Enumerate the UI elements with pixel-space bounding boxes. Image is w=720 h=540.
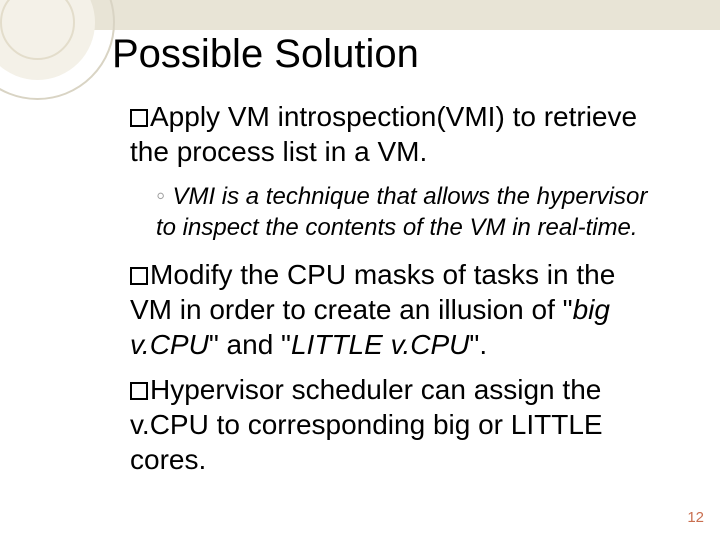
- bullet-2-text-1: Modify the CPU masks of tasks in the VM …: [130, 259, 615, 325]
- bullet-3: Hypervisor scheduler can assign the v.CP…: [130, 372, 664, 477]
- body-text: Apply VM introspection(VMI) to retrieve …: [112, 99, 664, 477]
- page-number: 12: [687, 509, 704, 526]
- square-bullet-icon: [130, 267, 148, 285]
- bullet-1: Apply VM introspection(VMI) to retrieve …: [130, 99, 664, 169]
- sub-bullet-1-text: VMI is a technique that allows the hyper…: [156, 183, 647, 241]
- square-bullet-icon: [130, 382, 148, 400]
- bullet-2-emph-2: LITTLE v.CPU: [291, 329, 469, 360]
- content-area: Possible Solution Apply VM introspection…: [0, 0, 720, 540]
- sub-bullet-1: ◦ VMI is a technique that allows the hyp…: [130, 179, 664, 243]
- slide-title: Possible Solution: [112, 32, 664, 77]
- bullet-2-text-3: ".: [469, 329, 487, 360]
- slide: Possible Solution Apply VM introspection…: [0, 0, 720, 540]
- bullet-2-text-2: " and ": [209, 329, 291, 360]
- sub-bullet-mark: ◦: [156, 180, 172, 210]
- bullet-1-text: Apply VM introspection(VMI) to retrieve …: [130, 101, 637, 167]
- bullet-3-text: Hypervisor scheduler can assign the v.CP…: [130, 374, 603, 475]
- bullet-2: Modify the CPU masks of tasks in the VM …: [130, 257, 664, 362]
- square-bullet-icon: [130, 109, 148, 127]
